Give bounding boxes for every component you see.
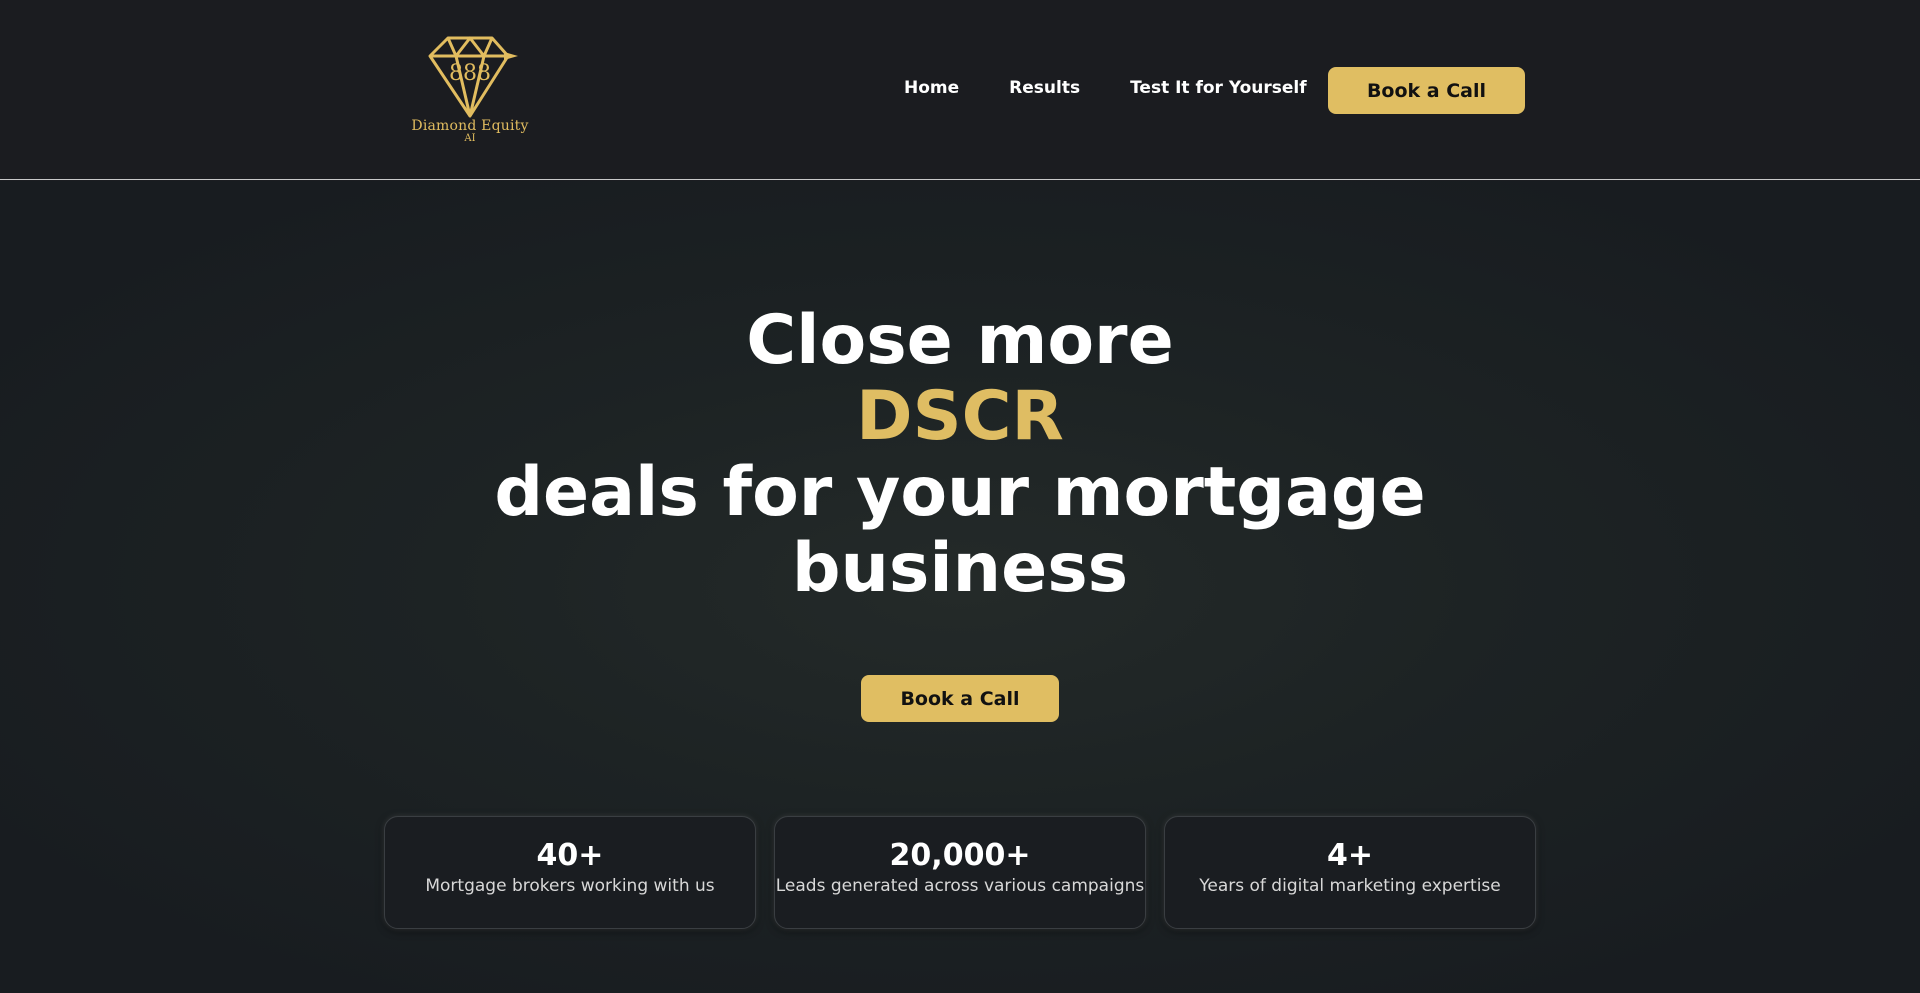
stats-row: 40+ Mortgage brokers working with us 20,… — [384, 816, 1536, 929]
headline-line-1: Close more — [746, 301, 1174, 380]
hero-section: Close more DSCR deals for your mortgage … — [0, 181, 1920, 993]
stat-card: 40+ Mortgage brokers working with us — [384, 816, 756, 929]
stat-label: Leads generated across various campaigns — [775, 876, 1145, 896]
hero-headline: Close more DSCR deals for your mortgage … — [0, 303, 1920, 607]
main-nav: Home Results Test It for Yourself — [904, 78, 1307, 98]
stat-card: 4+ Years of digital marketing expertise — [1164, 816, 1536, 929]
logo-mark: 888 — [449, 61, 491, 86]
stat-value: 20,000+ — [889, 838, 1031, 873]
nav-test-it[interactable]: Test It for Yourself — [1130, 78, 1307, 98]
page: 888 Diamond Equity AI Home Results Test … — [0, 0, 1920, 993]
diamond-icon: 888 — [428, 36, 518, 118]
headline-line-3: deals for your mortgage — [494, 453, 1426, 532]
nav-home[interactable]: Home — [904, 78, 959, 98]
stat-label: Mortgage brokers working with us — [425, 876, 715, 896]
headline-highlight: DSCR — [856, 377, 1064, 456]
stat-value: 40+ — [536, 838, 604, 873]
hero-book-call-button[interactable]: Book a Call — [861, 675, 1059, 722]
stat-value: 4+ — [1326, 838, 1373, 873]
logo-link[interactable]: 888 Diamond Equity AI — [402, 30, 538, 148]
brand-name: Diamond Equity — [411, 118, 529, 134]
site-header: 888 Diamond Equity AI Home Results Test … — [0, 0, 1920, 180]
nav-results[interactable]: Results — [1009, 78, 1080, 98]
header-book-call-button[interactable]: Book a Call — [1328, 67, 1525, 114]
headline-line-4: business — [791, 529, 1129, 608]
stat-card: 20,000+ Leads generated across various c… — [774, 816, 1146, 929]
stat-label: Years of digital marketing expertise — [1199, 876, 1501, 896]
brand-suffix: AI — [464, 133, 476, 144]
